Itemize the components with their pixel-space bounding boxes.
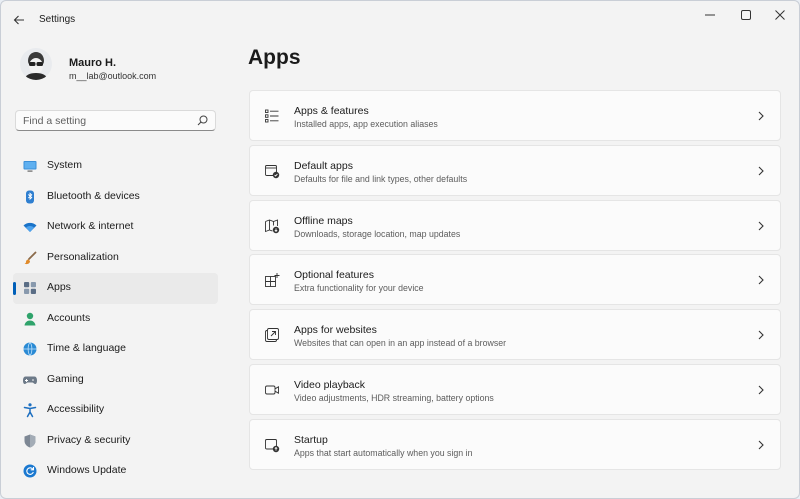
- grid-add-icon: [263, 271, 281, 289]
- sidebar-item-system[interactable]: System: [13, 151, 218, 182]
- card-title: Optional features: [294, 269, 374, 282]
- settings-window: Settings Mauro H. m__lab@outlook.com Fin…: [0, 0, 800, 499]
- maximize-icon: [741, 10, 751, 20]
- sidebar-item-label: Windows Update: [47, 464, 127, 476]
- chevron-right-icon: [756, 110, 766, 122]
- shield-icon: [22, 433, 38, 449]
- card-subtitle: Apps that start automatically when you s…: [294, 447, 473, 458]
- title-bar: Settings: [1, 1, 799, 39]
- card-title: Startup: [294, 433, 328, 446]
- sidebar-item-accounts[interactable]: Accounts: [13, 304, 218, 335]
- sidebar-item-label: Privacy & security: [47, 433, 131, 446]
- update-icon: [22, 463, 38, 479]
- chevron-right-icon: [756, 384, 766, 396]
- card-optional-features[interactable]: Optional features Extra functionality fo…: [249, 254, 781, 306]
- sidebar-item-accessibility[interactable]: Accessibility: [13, 395, 218, 426]
- search-box[interactable]: Find a setting: [15, 110, 216, 131]
- video-icon: [263, 381, 281, 399]
- card-title: Default apps: [294, 159, 353, 172]
- sidebar-item-time-language[interactable]: Time & language: [13, 334, 218, 365]
- card-subtitle: Defaults for file and link types, other …: [294, 173, 468, 184]
- person-icon: [22, 311, 38, 327]
- sidebar-item-gaming[interactable]: Gaming: [13, 365, 218, 396]
- sidebar-item-label: Network & internet: [47, 220, 134, 232]
- sidebar-item-label: Accessibility: [47, 403, 105, 415]
- sidebar-item-apps[interactable]: Apps: [13, 273, 218, 304]
- card-offline-maps[interactable]: Offline maps Downloads, storage location…: [249, 199, 781, 251]
- sidebar-item-label: Time & language: [47, 342, 126, 354]
- globe-clock-icon: [22, 341, 38, 357]
- sidebar-item-label: Accounts: [47, 311, 91, 324]
- chevron-right-icon: [756, 165, 766, 177]
- map-download-icon: [263, 217, 281, 235]
- list-icon: [263, 107, 281, 125]
- page-title: Apps: [248, 46, 301, 69]
- brush-icon: [22, 250, 38, 266]
- maximize-button[interactable]: [729, 4, 763, 26]
- user-name: Mauro H.: [69, 57, 117, 69]
- card-apps-features[interactable]: Apps & features Installed apps, app exec…: [249, 90, 781, 141]
- sidebar-nav: System Bluetooth & devices Network & int…: [13, 151, 218, 487]
- card-default-apps[interactable]: Default apps Defaults for file and link …: [249, 144, 781, 196]
- sidebar-item-bluetooth-devices[interactable]: Bluetooth & devices: [13, 182, 218, 213]
- startup-icon: [263, 436, 281, 454]
- user-avatar-icon: [20, 48, 52, 80]
- close-button[interactable]: [763, 4, 797, 26]
- sidebar-item-windows-update[interactable]: Windows Update: [13, 456, 218, 487]
- card-subtitle: Websites that can open in an app instead…: [294, 338, 507, 349]
- accessibility-icon: [22, 402, 38, 418]
- back-button[interactable]: [9, 10, 29, 30]
- chevron-right-icon: [756, 274, 766, 286]
- selection-indicator: [13, 282, 16, 295]
- sidebar-item-label: Apps: [47, 281, 71, 293]
- sidebar-item-label: Gaming: [47, 372, 84, 385]
- settings-card-list: Apps & features Installed apps, app exec…: [249, 90, 781, 474]
- sidebar-item-label: System: [47, 159, 83, 171]
- chevron-right-icon: [756, 220, 766, 232]
- card-title: Video playback: [294, 378, 366, 391]
- sidebar-item-privacy-security[interactable]: Privacy & security: [13, 426, 218, 457]
- avatar[interactable]: [20, 48, 52, 80]
- card-startup[interactable]: Startup Apps that start automatically wh…: [249, 418, 781, 470]
- minimize-icon: [705, 14, 715, 16]
- card-title: Apps & features: [294, 105, 369, 117]
- monitor-icon: [22, 158, 38, 174]
- chevron-right-icon: [756, 329, 766, 341]
- card-apps-for-websites[interactable]: Apps for websites Websites that can open…: [249, 309, 781, 361]
- sidebar-item-label: Personalization: [47, 250, 119, 263]
- minimize-button[interactable]: [693, 4, 727, 26]
- chevron-right-icon: [756, 439, 766, 451]
- search-input[interactable]: Find a setting: [23, 115, 86, 127]
- sidebar-item-network-internet[interactable]: Network & internet: [13, 212, 218, 243]
- search-icon[interactable]: [197, 115, 208, 126]
- sidebar-item-label: Bluetooth & devices: [47, 189, 140, 202]
- wifi-icon: [22, 219, 38, 235]
- gamepad-icon: [22, 372, 38, 388]
- card-title: Offline maps: [294, 214, 353, 227]
- apps-icon: [22, 280, 38, 296]
- app-title: Settings: [39, 14, 76, 25]
- default-apps-icon: [263, 162, 281, 180]
- card-subtitle: Extra functionality for your device: [294, 283, 424, 294]
- card-video-playback[interactable]: Video playback Video adjustments, HDR st…: [249, 363, 781, 415]
- open-link-icon: [263, 326, 281, 344]
- user-email: m__lab@outlook.com: [69, 71, 157, 81]
- back-arrow-icon: [13, 15, 24, 25]
- card-title: Apps for websites: [294, 324, 377, 337]
- card-subtitle: Video adjustments, HDR streaming, batter…: [294, 392, 494, 403]
- bluetooth-icon: [22, 189, 38, 205]
- sidebar-item-personalization[interactable]: Personalization: [13, 243, 218, 274]
- close-icon: [775, 10, 785, 20]
- card-subtitle: Downloads, storage location, map updates: [294, 228, 461, 239]
- card-subtitle: Installed apps, app execution aliases: [294, 119, 438, 129]
